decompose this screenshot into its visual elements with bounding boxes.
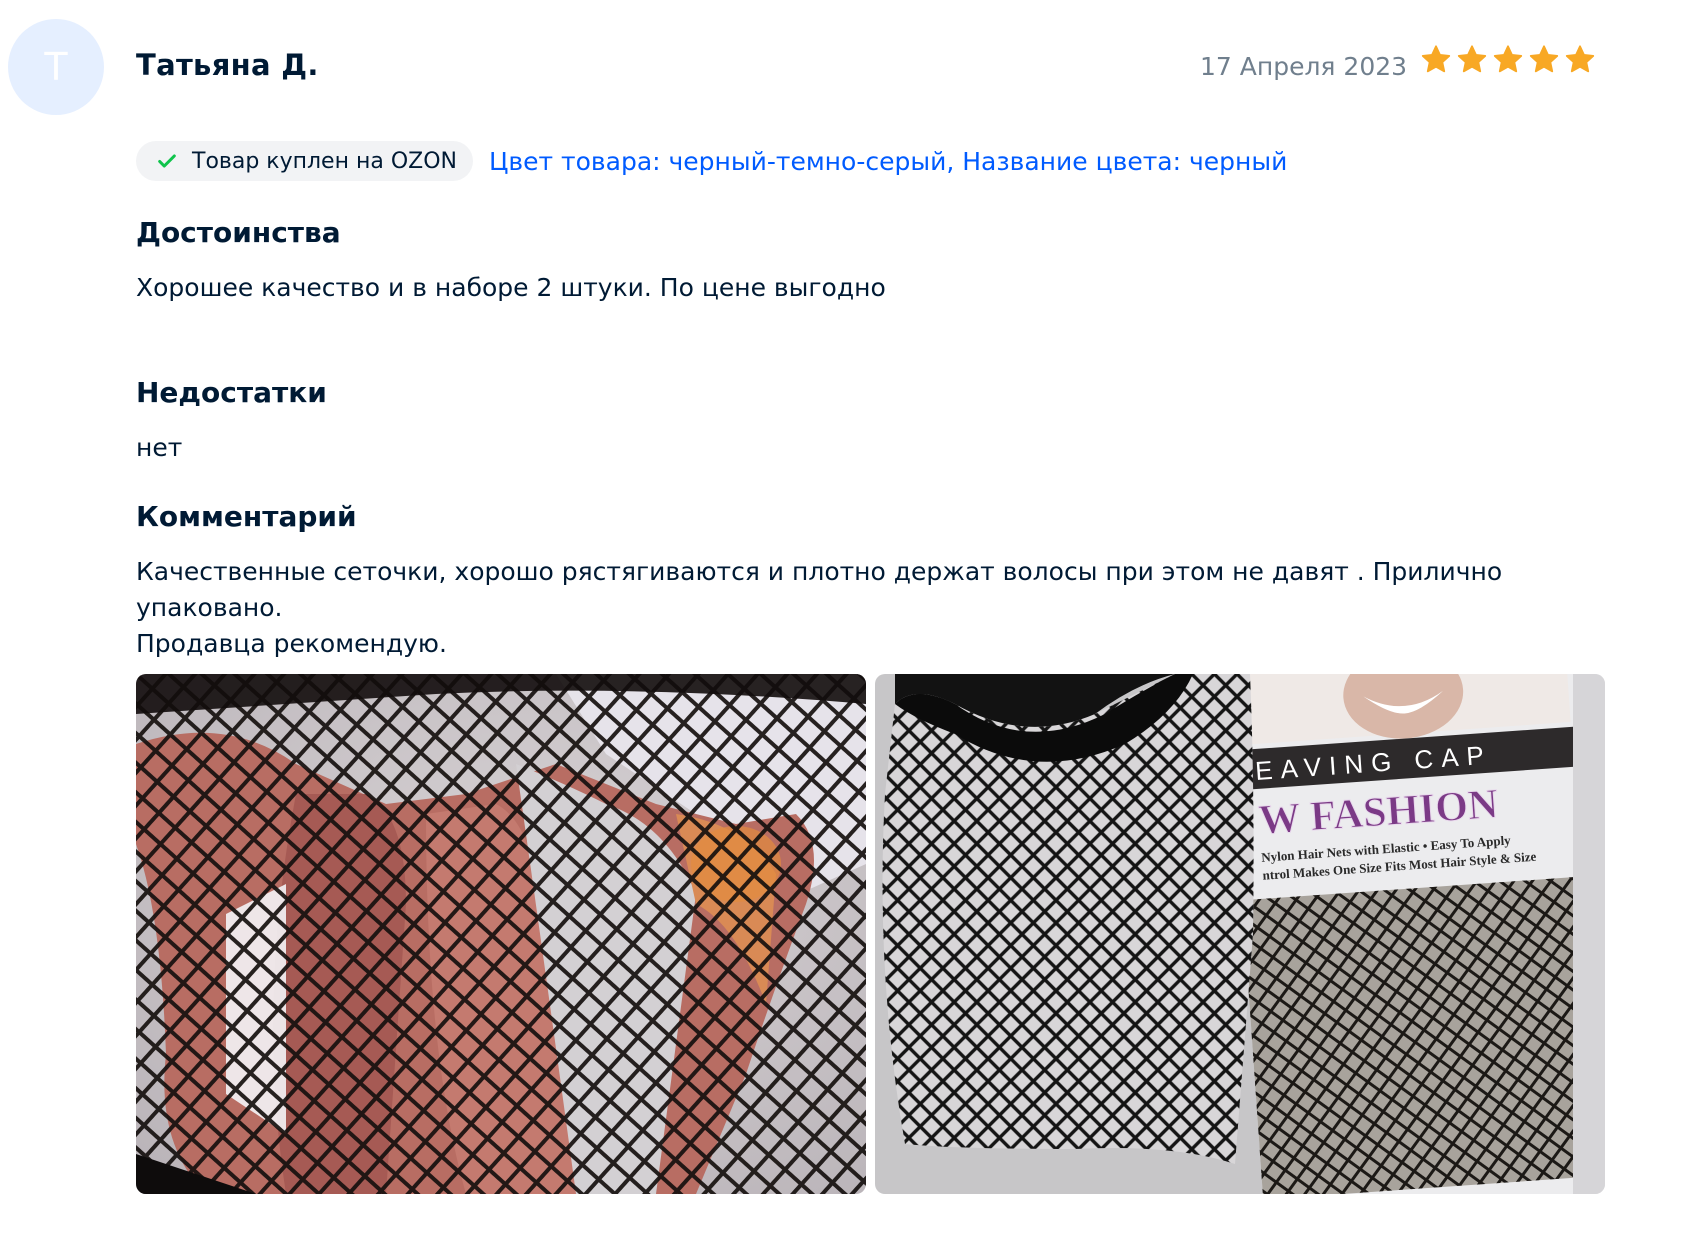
star-icon: [1493, 45, 1523, 73]
disadvantages-text: нет: [136, 433, 183, 462]
star-icon: [1421, 45, 1451, 73]
review-photo-2[interactable]: EAVING CAP W FASHION Nylon Hair Nets wit…: [875, 674, 1605, 1194]
star-icon: [1529, 45, 1559, 73]
purchased-badge: Товар куплен на OZON: [136, 141, 473, 181]
comment-text-line: Качественные сеточки, хорошо рястягивают…: [136, 557, 1503, 622]
star-icon: [1457, 45, 1487, 73]
comment-text-line: Продавца рекомендую.: [136, 629, 447, 658]
disadvantages-title: Недостатки: [136, 376, 327, 409]
comment-title: Комментарий: [136, 500, 357, 533]
hair-net-hand-image: [136, 674, 866, 1194]
avatar-letter: Т: [44, 45, 68, 89]
comment-text: Качественные сеточки, хорошо рястягивают…: [136, 554, 1616, 662]
star-rating: [1420, 44, 1596, 76]
check-icon: [158, 154, 176, 168]
review-photo-1[interactable]: [136, 674, 866, 1194]
advantages-text: Хорошее качество и в наборе 2 штуки. По …: [136, 273, 886, 302]
avatar: Т: [8, 19, 104, 115]
product-variant-link[interactable]: Цвет товара: черный-темно-серый, Названи…: [489, 147, 1287, 176]
star-icon: [1565, 45, 1595, 73]
author-name[interactable]: Татьяна Д.: [136, 48, 319, 82]
purchased-badge-label: Товар куплен на OZON: [192, 148, 457, 174]
advantages-title: Достоинства: [136, 216, 341, 249]
review-card: Т Татьяна Д. 17 Апреля 2023 Товар куплен…: [0, 0, 1700, 1248]
hair-net-package-image: EAVING CAP W FASHION Nylon Hair Nets wit…: [875, 674, 1605, 1194]
review-badges: Товар куплен на OZON Цвет товара: черный…: [136, 141, 1287, 181]
review-date: 17 Апреля 2023: [1200, 52, 1408, 81]
